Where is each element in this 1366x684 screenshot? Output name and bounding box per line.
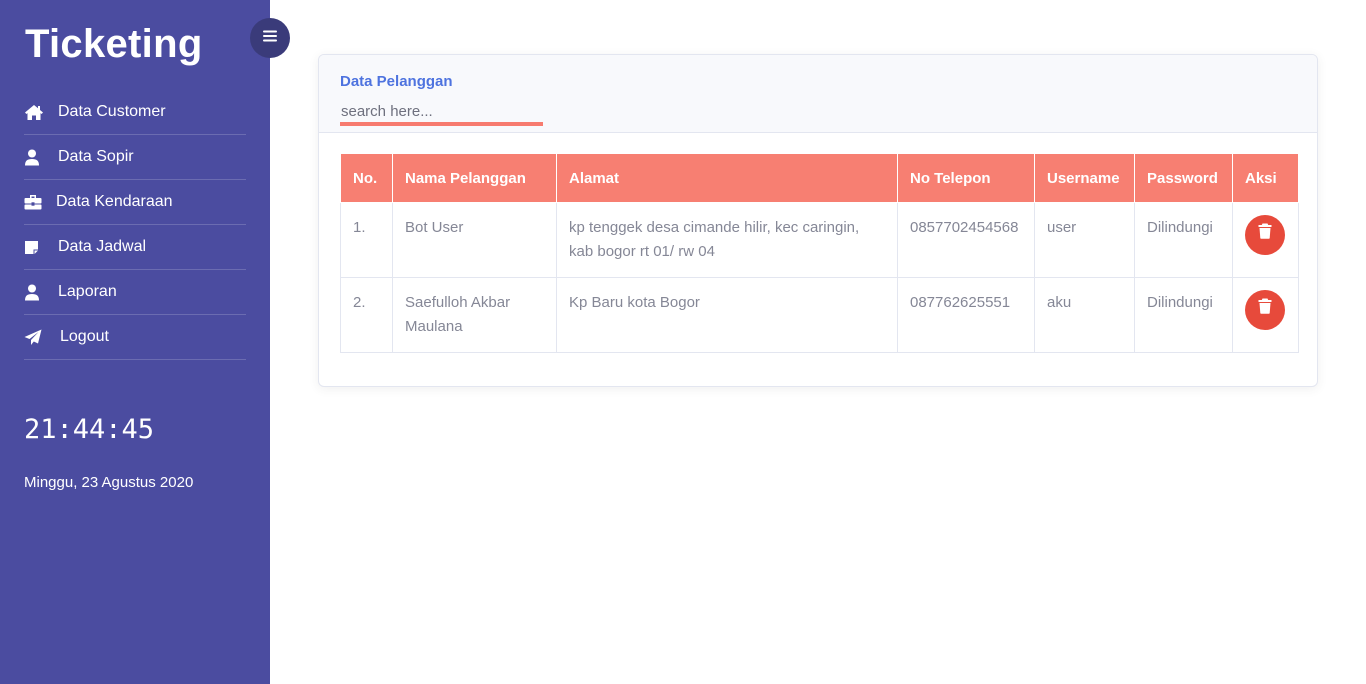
table-row: 1. Bot User kp tenggek desa cimande hili… [340, 202, 1299, 278]
column-header-aksi: Aksi [1232, 153, 1299, 203]
sidebar: Ticketing Data Customer Data Sopir Data … [0, 0, 270, 684]
column-header-alamat: Alamat [556, 153, 898, 203]
sidebar-item-label: Data Jadwal [58, 238, 147, 255]
delete-button[interactable] [1245, 290, 1285, 330]
card-header: Data Pelanggan [319, 55, 1317, 133]
cell-username: user [1034, 202, 1135, 278]
column-header-username: Username [1034, 153, 1135, 203]
cell-telepon: 0857702454568 [897, 202, 1035, 278]
customer-table: No. Nama Pelanggan Alamat No Telepon Use… [340, 153, 1299, 353]
paper-plane-icon [24, 329, 60, 346]
table-header-row: No. Nama Pelanggan Alamat No Telepon Use… [340, 153, 1299, 203]
cell-aksi [1232, 202, 1299, 278]
sticky-note-icon [24, 240, 58, 255]
card-title: Data Pelanggan [340, 73, 453, 90]
column-header-password: Password [1134, 153, 1233, 203]
sidebar-item-data-customer[interactable]: Data Customer [24, 90, 246, 135]
trash-icon [1258, 298, 1272, 322]
user-icon [24, 284, 58, 301]
cell-nama: Saefulloh Akbar Maulana [392, 277, 557, 353]
date-label: Minggu, 23 Agustus 2020 [24, 474, 194, 491]
cell-username: aku [1034, 277, 1135, 353]
table-row: 2. Saefulloh Akbar Maulana Kp Baru kota … [340, 277, 1299, 353]
sidebar-item-label: Data Kendaraan [56, 193, 173, 210]
search-input[interactable] [340, 100, 543, 126]
briefcase-icon [24, 194, 56, 210]
sidebar-item-data-kendaraan[interactable]: Data Kendaraan [24, 180, 246, 225]
sidebar-item-label: Data Sopir [58, 148, 134, 165]
sidebar-toggle-button[interactable] [250, 18, 290, 58]
home-icon [24, 104, 58, 121]
trash-icon [1258, 223, 1272, 247]
sidebar-item-label: Data Customer [58, 103, 166, 120]
cell-aksi [1232, 277, 1299, 353]
brand-title[interactable]: Ticketing [25, 22, 203, 67]
column-header-no: No. [340, 153, 393, 203]
cell-nama: Bot User [392, 202, 557, 278]
sidebar-nav: Data Customer Data Sopir Data Kendaraan … [24, 90, 246, 360]
column-header-telepon: No Telepon [897, 153, 1035, 203]
menu-icon [263, 29, 277, 47]
sidebar-item-label: Laporan [58, 283, 117, 300]
cell-password: Dilindungi [1134, 202, 1233, 278]
user-icon [24, 149, 58, 166]
sidebar-item-label: Logout [60, 328, 109, 345]
sidebar-item-logout[interactable]: Logout [24, 315, 246, 360]
cell-alamat: kp tenggek desa cimande hilir, kec carin… [556, 202, 898, 278]
sidebar-item-laporan[interactable]: Laporan [24, 270, 246, 315]
cell-alamat: Kp Baru kota Bogor [556, 277, 898, 353]
clock: 21:44:45 [24, 414, 155, 445]
customer-data-card: Data Pelanggan No. Nama Pelanggan Alamat… [318, 54, 1318, 387]
cell-telepon: 087762625551 [897, 277, 1035, 353]
sidebar-item-data-jadwal[interactable]: Data Jadwal [24, 225, 246, 270]
column-header-nama: Nama Pelanggan [392, 153, 557, 203]
cell-no: 2. [340, 277, 393, 353]
sidebar-item-data-sopir[interactable]: Data Sopir [24, 135, 246, 180]
cell-password: Dilindungi [1134, 277, 1233, 353]
delete-button[interactable] [1245, 215, 1285, 255]
cell-no: 1. [340, 202, 393, 278]
